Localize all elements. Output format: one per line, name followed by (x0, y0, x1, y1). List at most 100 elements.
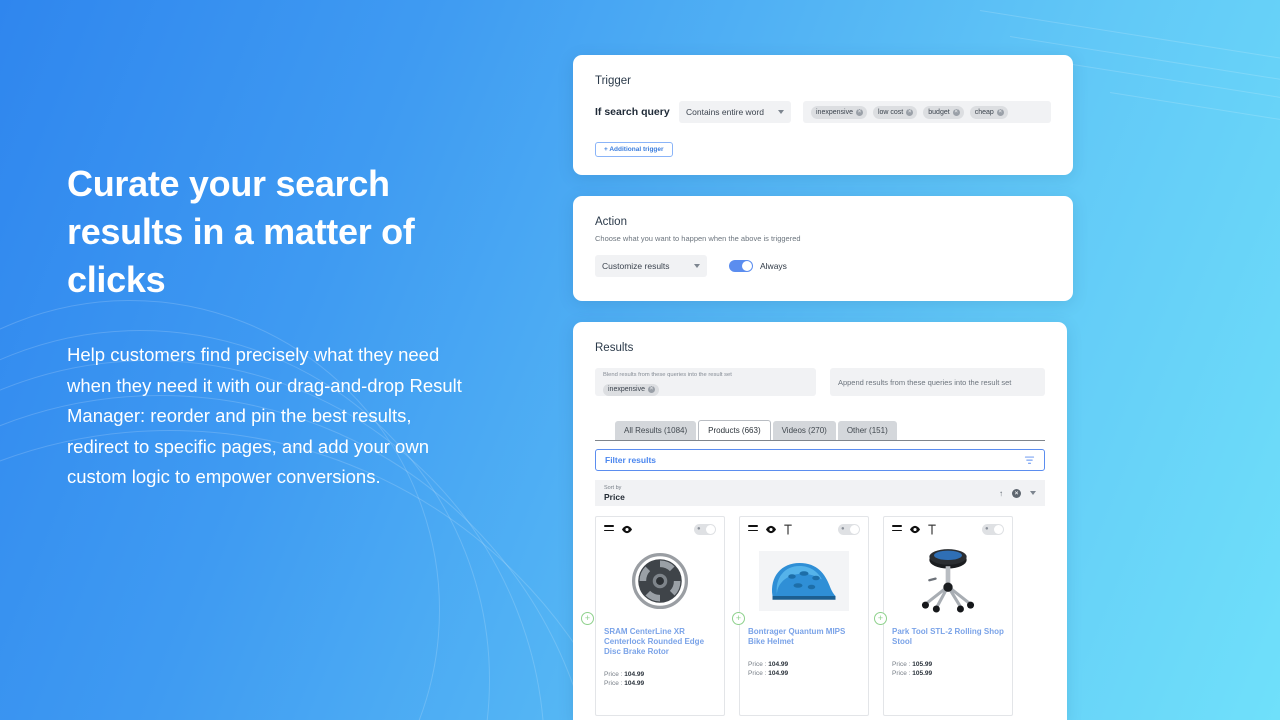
product-price-primary: Price : 104.99 (604, 671, 716, 678)
chevron-down-icon (778, 110, 784, 114)
visibility-eye-icon[interactable] (765, 525, 777, 534)
blend-queries-field[interactable]: Blend results from these queries into th… (595, 368, 816, 396)
results-title: Results (595, 342, 634, 354)
price-label: Price : (892, 661, 911, 668)
hero-copy: Curate your search results in a matter o… (67, 160, 467, 493)
product-price-primary: Price : 105.99 (892, 661, 1004, 668)
product-card-toolbar: ● (604, 524, 716, 535)
price-value: 105.99 (912, 670, 933, 677)
sort-bar: Sort by Price ↑ × (595, 480, 1045, 506)
insert-result-button[interactable]: + (874, 612, 887, 625)
product-card[interactable]: ● Park Tool STL-2 Rolling Shop Stool Pri… (883, 516, 1013, 716)
product-results-grid: ● SRAM CenterLine XR Centerlock Rounded … (581, 516, 1045, 716)
page-title: Curate your search results in a matter o… (67, 163, 415, 300)
product-visibility-toggle[interactable]: ● (694, 524, 716, 535)
pin-to-top-icon[interactable] (784, 524, 792, 535)
keyword-chip-label: cheap (974, 108, 994, 116)
price-value: 105.99 (912, 661, 933, 668)
price-label: Price : (748, 661, 767, 668)
close-icon[interactable]: × (855, 108, 863, 116)
results-card: Results Blend results from these queries… (573, 322, 1067, 720)
pin-to-top-icon[interactable] (928, 524, 936, 535)
price-value: 104.99 (624, 680, 645, 687)
close-icon[interactable]: × (647, 386, 655, 393)
keyword-chip[interactable]: inexpensive × (811, 105, 867, 119)
trigger-condition-label: If search query (595, 106, 670, 118)
blend-queries-caption: Blend results from these queries into th… (603, 372, 732, 378)
visibility-eye-icon[interactable] (621, 525, 633, 534)
product-title[interactable]: Bontrager Quantum MIPS Bike Helmet (748, 627, 860, 647)
append-queries-field[interactable]: Append results from these queries into t… (829, 368, 1045, 396)
sort-caption: Sort by (604, 484, 622, 491)
filter-results-input[interactable]: Filter results (595, 449, 1045, 471)
tab-other[interactable]: Other (151) (837, 421, 897, 440)
insert-result-button[interactable]: + (732, 612, 745, 625)
results-tabs-wrap: All Results (1084) Products (663) Videos… (595, 420, 1045, 441)
append-queries-placeholder: Append results from these queries into t… (837, 377, 1012, 387)
product-price-primary: Price : 104.99 (748, 661, 860, 668)
drag-handle-icon[interactable] (748, 525, 758, 533)
action-type-value: Customize results (602, 261, 670, 271)
bike-helmet-icon (759, 551, 849, 611)
trigger-condition-row: If search query Contains entire word ine… (595, 101, 1051, 123)
action-card: Action Choose what you want to happen wh… (573, 196, 1073, 301)
tab-videos[interactable]: Videos (270) (772, 421, 836, 440)
product-card[interactable]: ● Bontrager Quantum MIPS Bike Helmet Pri… (739, 516, 869, 716)
add-additional-trigger-button[interactable]: + Additional trigger (595, 142, 673, 157)
product-image (748, 544, 860, 618)
close-icon[interactable]: × (906, 108, 914, 116)
query-sources-row: Blend results from these queries into th… (595, 368, 1045, 396)
price-value: 104.99 (768, 670, 789, 677)
keyword-chip-label: low cost (877, 108, 904, 116)
tab-products[interactable]: Products (663) (698, 420, 771, 440)
product-card[interactable]: ● SRAM CenterLine XR Centerlock Rounded … (595, 516, 725, 716)
insert-result-button[interactable]: + (581, 612, 594, 625)
sort-field[interactable]: Sort by Price (604, 485, 625, 502)
blend-query-chip-label: inexpensive (608, 386, 645, 393)
drag-handle-icon[interactable] (892, 525, 902, 533)
clear-sort-icon[interactable]: × (1012, 488, 1021, 498)
keyword-chip[interactable]: budget × (923, 105, 964, 119)
blend-query-chip[interactable]: inexpensive × (603, 383, 659, 396)
disc-brake-rotor-icon (631, 552, 689, 610)
tab-all-results[interactable]: All Results (1084) (615, 421, 697, 440)
trigger-keywords-field[interactable]: inexpensive × low cost × budget × cheap … (803, 101, 1051, 123)
product-image (604, 544, 716, 618)
always-toggle-label: Always (760, 261, 787, 271)
product-title[interactable]: SRAM CenterLine XR Centerlock Rounded Ed… (604, 627, 716, 657)
price-label: Price : (604, 680, 623, 687)
product-card-toolbar: ● (892, 524, 1004, 535)
product-price-secondary: Price : 105.99 (892, 670, 1004, 677)
sort-ascending-icon[interactable]: ↑ (999, 489, 1003, 498)
trigger-operator-value: Contains entire word (686, 107, 764, 117)
results-tabs: All Results (1084) Products (663) Videos… (595, 420, 1045, 440)
add-trigger-label: + Additional trigger (604, 146, 664, 153)
action-type-select[interactable]: Customize results (595, 255, 707, 277)
visibility-eye-icon[interactable] (909, 525, 921, 534)
product-title[interactable]: Park Tool STL-2 Rolling Shop Stool (892, 627, 1004, 647)
trigger-operator-select[interactable]: Contains entire word (679, 101, 791, 123)
product-visibility-toggle[interactable]: ● (982, 524, 1004, 535)
product-price-secondary: Price : 104.99 (604, 680, 716, 687)
keyword-chip-label: budget (928, 108, 950, 116)
chevron-down-icon[interactable] (1030, 491, 1036, 495)
drag-handle-icon[interactable] (604, 525, 614, 533)
always-toggle[interactable] (729, 260, 753, 272)
close-icon[interactable]: × (996, 108, 1004, 116)
action-subtitle: Choose what you want to happen when the … (595, 234, 801, 243)
pin-knob-icon: ● (697, 526, 701, 532)
keyword-chip[interactable]: cheap × (969, 105, 1008, 119)
action-controls-row: Customize results Always (595, 255, 1051, 277)
tab-label: Products (663) (708, 426, 761, 435)
product-image (892, 544, 1004, 618)
tab-label: Other (151) (846, 426, 888, 435)
keyword-chip-label: inexpensive (816, 108, 853, 116)
filter-icon[interactable] (1024, 455, 1035, 466)
price-value: 104.99 (624, 671, 645, 678)
chevron-down-icon (694, 264, 700, 268)
product-visibility-toggle[interactable]: ● (838, 524, 860, 535)
close-icon[interactable]: × (952, 108, 960, 116)
keyword-chip[interactable]: low cost × (872, 105, 918, 119)
tab-label: All Results (1084) (624, 426, 688, 435)
always-toggle-group[interactable]: Always (729, 260, 787, 272)
